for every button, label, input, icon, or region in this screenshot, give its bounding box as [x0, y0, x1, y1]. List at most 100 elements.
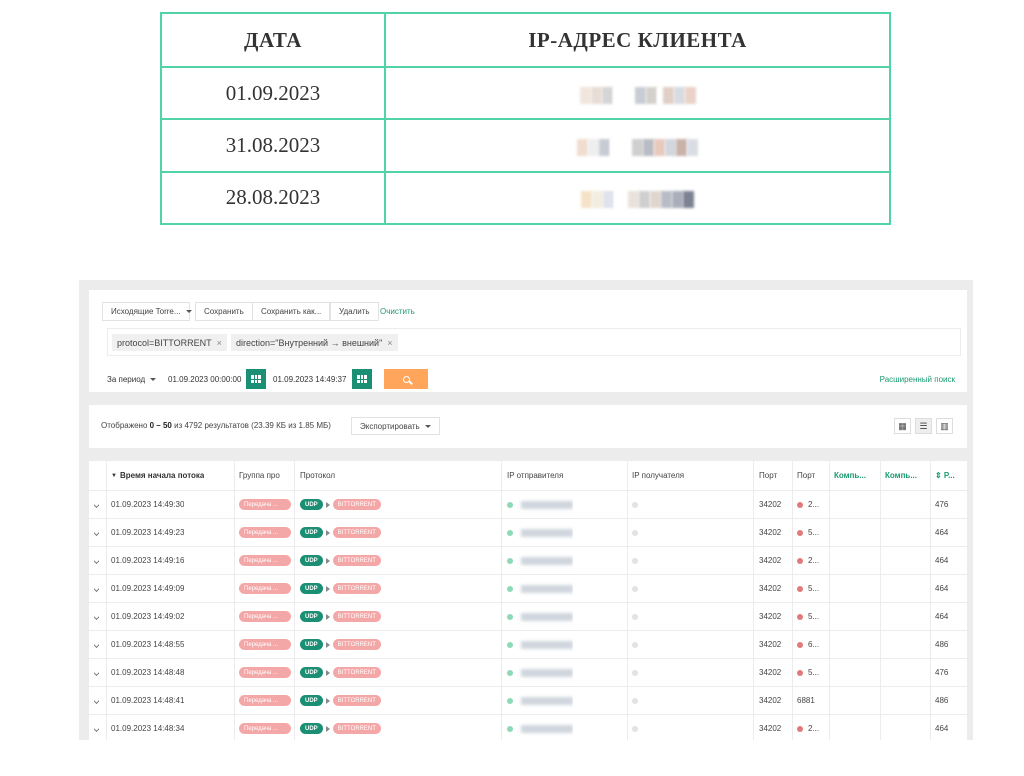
arrow-right-icon [325, 529, 330, 536]
expand-row-button[interactable] [94, 575, 99, 602]
table-row[interactable]: 01.09.2023 14:49:16 Передача ... UDP BITTOR… [89, 547, 967, 575]
cell-protocol: UDP BITTORRENT [300, 631, 381, 658]
status-dot-icon [797, 725, 803, 732]
period-select[interactable]: За период [107, 369, 157, 390]
status-dot-icon [507, 501, 513, 508]
col-dst-port[interactable]: Порт [797, 461, 815, 490]
cell-dst-port: 5... [797, 575, 819, 602]
doc-table-row: 01.09.2023 [160, 66, 891, 121]
col-last[interactable]: ⇕ Р... [935, 461, 955, 490]
status-dot-icon [632, 613, 638, 620]
group-tag[interactable]: Передача ... [239, 555, 291, 566]
clear-link[interactable]: Очистить [380, 307, 415, 316]
table-row[interactable]: 01.09.2023 14:48:55 Передача ... UDP BITTOR… [89, 631, 967, 659]
search-button[interactable] [384, 369, 428, 389]
calendar-to-button[interactable] [352, 369, 372, 389]
expand-row-button[interactable] [94, 519, 99, 546]
cell-group: Передача ... [239, 659, 291, 686]
close-icon[interactable]: × [387, 338, 392, 348]
date-to-input[interactable]: 01.09.2023 14:49:37 [273, 369, 346, 390]
udp-tag[interactable]: UDP [300, 527, 323, 538]
udp-tag[interactable]: UDP [300, 639, 323, 650]
bittorrent-tag[interactable]: BITTORRENT [332, 499, 381, 510]
cell-group: Передача ... [239, 519, 291, 546]
group-tag[interactable]: Передача ... [239, 667, 291, 678]
cell-start-time: 01.09.2023 14:49:09 [111, 584, 185, 593]
udp-tag[interactable]: UDP [300, 499, 323, 510]
expand-row-button[interactable] [94, 659, 99, 686]
list-view-icon[interactable]: ☰ [915, 418, 932, 434]
expand-row-button[interactable] [94, 491, 99, 518]
flows-table: ▼ Время начала потока Группа про Протокол… [89, 461, 967, 740]
col-protocol[interactable]: Протокол [300, 461, 335, 490]
cell-group: Передача ... [239, 547, 291, 574]
bittorrent-tag[interactable]: BITTORRENT [332, 667, 381, 678]
col-src-ip[interactable]: IP отправителя [507, 461, 563, 490]
col-start-time[interactable]: ▼ Время начала потока [111, 461, 204, 490]
bittorrent-tag[interactable]: BITTORRENT [332, 527, 381, 538]
group-tag[interactable]: Передача ... [239, 723, 291, 734]
chevron-down-icon [94, 584, 99, 593]
udp-tag[interactable]: UDP [300, 583, 323, 594]
udp-tag[interactable]: UDP [300, 555, 323, 566]
bittorrent-tag[interactable]: BITTORRENT [332, 695, 381, 706]
col-src-port[interactable]: Порт [759, 461, 777, 490]
bittorrent-tag[interactable]: BITTORRENT [332, 583, 381, 594]
close-icon[interactable]: × [217, 338, 222, 348]
cell-last: 464 [935, 612, 949, 621]
udp-tag[interactable]: UDP [300, 667, 323, 678]
udp-tag[interactable]: UDP [300, 723, 323, 734]
udp-tag[interactable]: UDP [300, 695, 323, 706]
advanced-search-link[interactable]: Расширенный поиск [880, 375, 955, 384]
table-row[interactable]: 01.09.2023 14:48:34 Передача ... UDP BITTOR… [89, 715, 967, 740]
expand-row-button[interactable] [94, 631, 99, 658]
status-dot-icon [507, 725, 513, 732]
table-row[interactable]: 01.09.2023 14:48:41 Передача ... UDP BITTOR… [89, 687, 967, 715]
bittorrent-tag[interactable]: BITTORRENT [332, 639, 381, 650]
status-dot-icon [507, 529, 513, 536]
group-tag[interactable]: Передача ... [239, 527, 291, 538]
bittorrent-tag[interactable]: BITTORRENT [332, 611, 381, 622]
filter-chips-box[interactable]: protocol=BITTORRENT × direction="Внутренн… [107, 328, 961, 356]
cell-src-ip [507, 631, 573, 658]
expand-row-button[interactable] [94, 547, 99, 574]
expand-row-button[interactable] [94, 603, 99, 630]
col-dst-ip[interactable]: IP получателя [632, 461, 684, 490]
bittorrent-tag[interactable]: BITTORRENT [332, 723, 381, 734]
expand-row-button[interactable] [94, 715, 99, 740]
cell-start-time: 01.09.2023 14:48:48 [111, 668, 185, 677]
export-button[interactable]: Экспортировать [351, 417, 440, 435]
status-dot-icon [632, 529, 638, 536]
group-tag[interactable]: Передача ... [239, 611, 291, 622]
save-as-button[interactable]: Сохранить как... [252, 302, 331, 321]
cell-protocol: UDP BITTORRENT [300, 547, 381, 574]
table-row[interactable]: 01.09.2023 14:49:23 Передача ... UDP BITTOR… [89, 519, 967, 547]
calendar-from-button[interactable] [246, 369, 266, 389]
bittorrent-tag[interactable]: BITTORRENT [332, 555, 381, 566]
table-row[interactable]: 01.09.2023 14:49:02 Передача ... UDP BITTOR… [89, 603, 967, 631]
doc-cell-ip-redacted [384, 170, 891, 226]
expand-row-button[interactable] [94, 687, 99, 714]
col-comp2[interactable]: Компь... [885, 461, 917, 490]
col-group[interactable]: Группа про [239, 461, 280, 490]
col-start-time-label: Время начала потока [119, 471, 205, 480]
group-tag[interactable]: Передача ... [239, 583, 291, 594]
table-row[interactable]: 01.09.2023 14:48:48 Передача ... UDP BITTOR… [89, 659, 967, 687]
table-row[interactable]: 01.09.2023 14:49:09 Передача ... UDP BITTOR… [89, 575, 967, 603]
date-from-input[interactable]: 01.09.2023 00:00:00 [168, 369, 241, 390]
group-tag[interactable]: Передача ... [239, 499, 291, 510]
chevron-down-icon [94, 724, 99, 733]
cell-dst-port: 6... [797, 631, 819, 658]
map-view-icon[interactable]: ▥ [936, 418, 953, 434]
cell-src-port: 34202 [759, 584, 782, 593]
group-tag[interactable]: Передача ... [239, 639, 291, 650]
save-button[interactable]: Сохранить [195, 302, 253, 321]
saved-filter-select[interactable]: Исходящие Torre... [102, 302, 192, 321]
grid-view-icon[interactable]: ▦ [894, 418, 911, 434]
udp-tag[interactable]: UDP [300, 611, 323, 622]
col-comp1[interactable]: Компь... [834, 461, 866, 490]
cell-last: 476 [935, 668, 949, 677]
delete-button[interactable]: Удалить [330, 302, 379, 321]
table-row[interactable]: 01.09.2023 14:49:30 Передача ... UDP BITTOR… [89, 491, 967, 519]
group-tag[interactable]: Передача ... [239, 695, 291, 706]
